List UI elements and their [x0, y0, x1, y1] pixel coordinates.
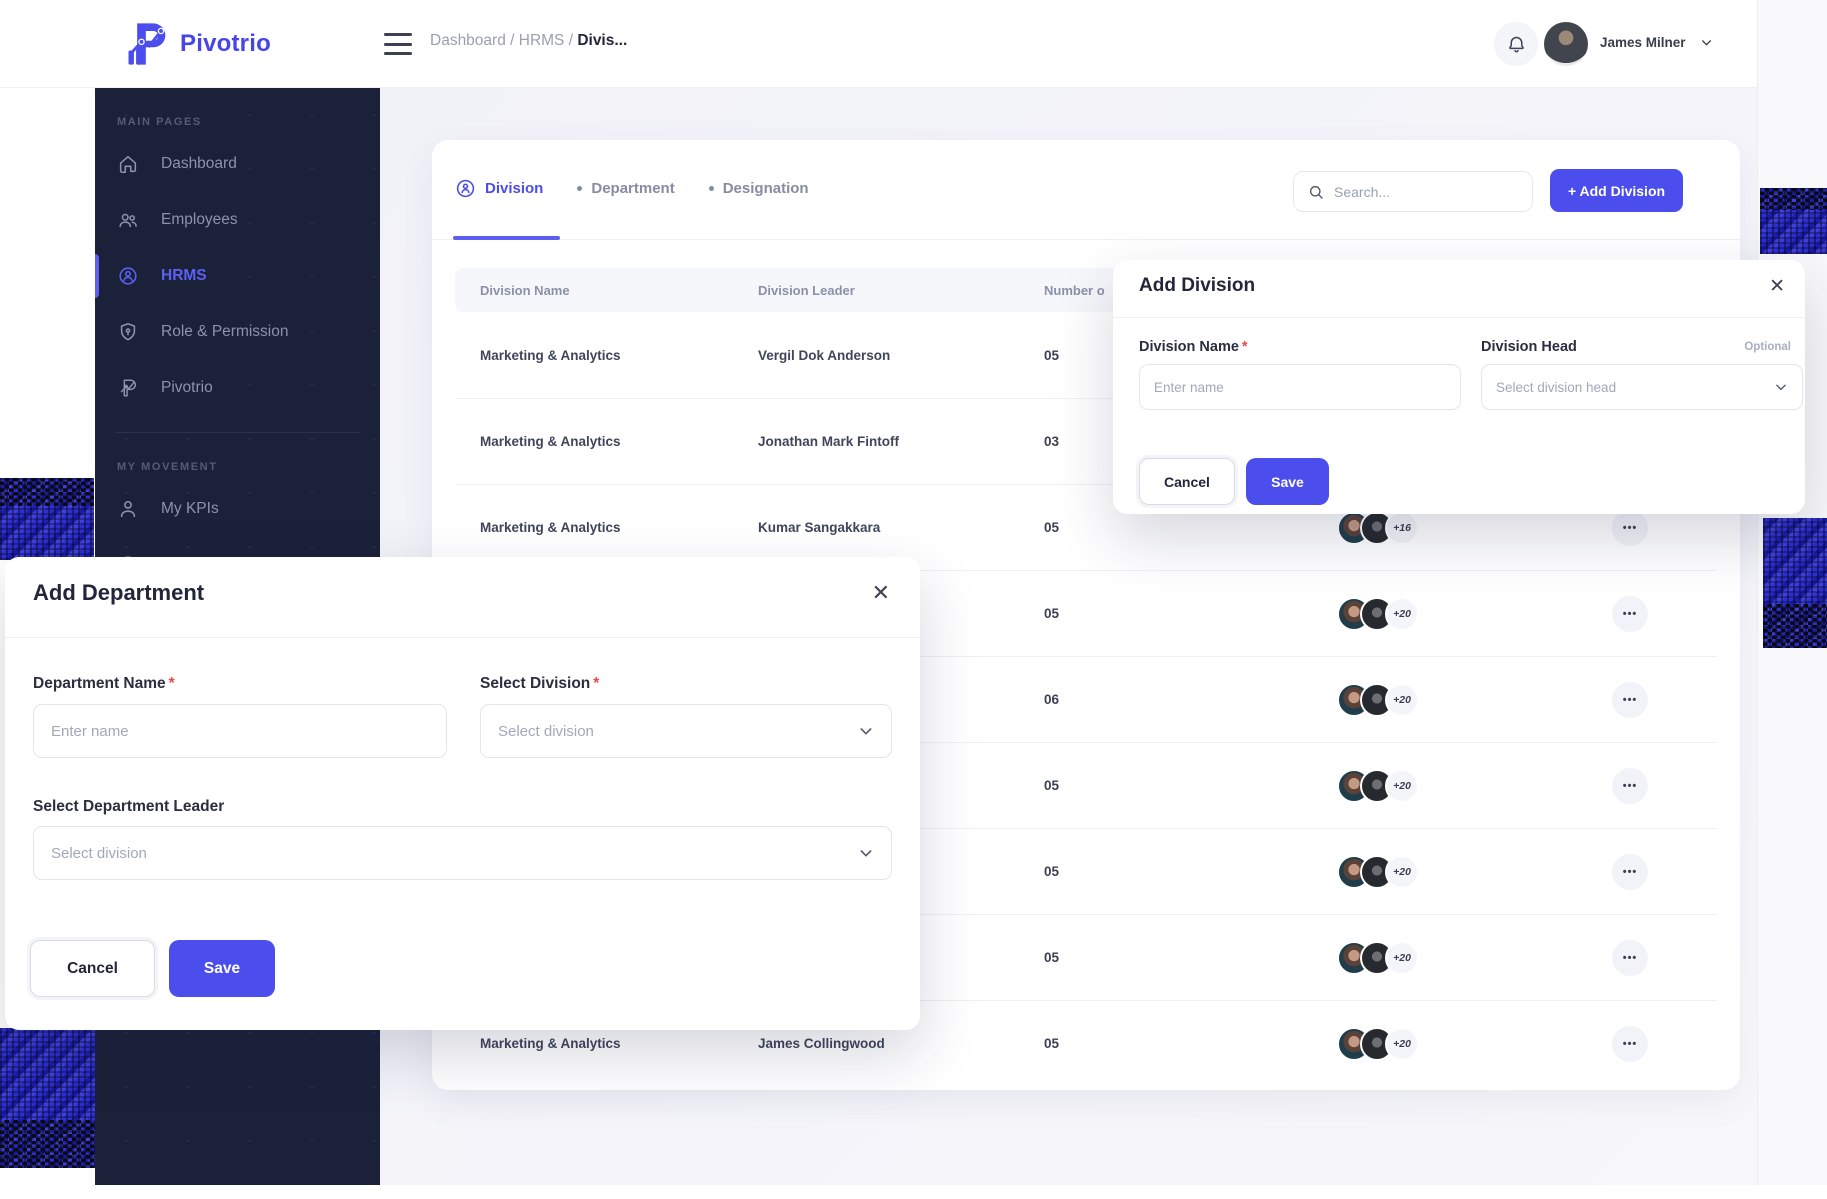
optional-label: Optional — [1744, 341, 1791, 353]
pivotrio-logo-icon — [122, 18, 174, 70]
more-members-badge: +20 — [1385, 597, 1419, 631]
chevron-down-icon — [858, 845, 874, 861]
user-name: James Milner — [1600, 35, 1686, 50]
sidebar-item-employees[interactable]: Employees — [95, 192, 380, 248]
breadcrumb-current: Divis... — [577, 32, 627, 49]
row-actions-button[interactable] — [1612, 1026, 1648, 1062]
member-avatars: +20 — [1337, 1027, 1612, 1061]
user-menu-chevron-icon[interactable] — [1700, 36, 1713, 49]
logo[interactable]: Pivotrio — [122, 18, 271, 70]
modal-divider — [5, 637, 920, 638]
hamburger-menu-icon[interactable] — [384, 33, 412, 55]
hrms-icon — [117, 265, 141, 287]
sidebar-item-hrms[interactable]: HRMS — [95, 248, 380, 304]
row-actions-button[interactable] — [1612, 510, 1648, 546]
column-division-leader: Division Leader — [758, 283, 1044, 298]
glitch-artifact — [1763, 518, 1827, 648]
more-members-badge: +20 — [1385, 769, 1419, 803]
chevron-down-icon — [858, 723, 874, 739]
member-avatars: +20 — [1337, 941, 1612, 975]
topbar: Pivotrio Dashboard / HRMS / Divis... Jam… — [0, 0, 1757, 88]
member-avatars: +20 — [1337, 597, 1612, 631]
modal-title: Add Division — [1139, 275, 1255, 297]
member-avatars: +20 — [1337, 683, 1612, 717]
shield-icon — [117, 321, 141, 343]
row-actions-button[interactable] — [1612, 768, 1648, 804]
member-avatars: +20 — [1337, 769, 1612, 803]
more-members-badge: +20 — [1385, 855, 1419, 889]
more-members-badge: +16 — [1385, 511, 1419, 545]
notification-bell-icon[interactable] — [1494, 22, 1538, 66]
department-leader-label: Select Department Leader — [33, 798, 224, 816]
pivotrio-app: Pivotrio Dashboard / HRMS / Divis... Jam… — [0, 0, 1827, 1199]
tab-department[interactable]: Department — [577, 180, 674, 201]
sidebar-divider — [115, 432, 360, 433]
select-division-dropdown[interactable]: Select division — [480, 704, 892, 758]
save-button[interactable]: Save — [1246, 458, 1329, 505]
modal-divider — [1113, 317, 1805, 318]
glitch-artifact — [0, 1028, 95, 1168]
home-icon — [117, 153, 141, 175]
sidebar-section-my-movement: MY MOVEMENT — [117, 461, 380, 473]
division-head-label: Division Head — [1481, 339, 1577, 355]
close-icon[interactable]: ✕ — [872, 580, 890, 606]
more-members-badge: +20 — [1385, 683, 1419, 717]
required-asterisk: * — [169, 675, 175, 692]
sidebar-item-dashboard[interactable]: Dashboard — [95, 136, 380, 192]
select-division-label: Select Division* — [480, 675, 599, 693]
member-avatars: +16 — [1337, 511, 1612, 545]
modal-title: Add Department — [33, 580, 204, 606]
tab-division[interactable]: Division — [455, 178, 543, 203]
department-leader-dropdown[interactable]: Select division — [33, 826, 892, 880]
tab-designation[interactable]: Designation — [709, 180, 809, 201]
employees-icon — [117, 209, 141, 231]
sidebar-section-main-pages: MAIN PAGES — [117, 116, 380, 128]
add-department-modal: Add Department ✕ Department Name* Select… — [5, 557, 920, 1030]
add-division-button[interactable]: + Add Division — [1550, 169, 1683, 212]
cancel-button[interactable]: Cancel — [30, 940, 155, 997]
user-avatar[interactable] — [1544, 22, 1588, 66]
save-button[interactable]: Save — [169, 940, 275, 997]
row-actions-button[interactable] — [1612, 854, 1648, 890]
add-division-modal: Add Division ✕ Division Name* Division H… — [1113, 260, 1805, 514]
logo-text: Pivotrio — [180, 30, 271, 58]
search-input[interactable] — [1334, 184, 1519, 200]
search-box — [1293, 171, 1533, 212]
required-asterisk: * — [593, 675, 599, 692]
division-head-select[interactable]: Select division head — [1481, 364, 1803, 410]
tabs-row: Division Department Designation + Add — [432, 140, 1740, 240]
row-actions-button[interactable] — [1612, 596, 1648, 632]
tab-bullet-icon — [709, 186, 714, 191]
sidebar-item-my-kpis[interactable]: My KPIs — [95, 481, 380, 537]
more-members-badge: +20 — [1385, 1027, 1419, 1061]
member-avatars: +20 — [1337, 855, 1612, 889]
glitch-artifact — [0, 478, 94, 560]
person-icon — [117, 498, 141, 520]
sidebar-item-pivotrio[interactable]: Pivotrio — [95, 360, 380, 416]
more-members-badge: +20 — [1385, 941, 1419, 975]
breadcrumb: Dashboard / HRMS / Divis... — [430, 32, 627, 50]
chevron-down-icon — [1774, 380, 1788, 394]
division-tab-icon — [455, 178, 476, 199]
department-name-input[interactable] — [33, 704, 447, 758]
division-name-input[interactable] — [1139, 364, 1461, 410]
sidebar-item-role-permission[interactable]: Role & Permission — [95, 304, 380, 360]
cancel-button[interactable]: Cancel — [1139, 458, 1235, 505]
close-icon[interactable]: ✕ — [1769, 275, 1785, 298]
search-icon — [1307, 183, 1325, 201]
tab-bullet-icon — [577, 186, 582, 191]
row-actions-button[interactable] — [1612, 682, 1648, 718]
department-name-label: Department Name* — [33, 675, 175, 693]
glitch-artifact — [1760, 188, 1827, 254]
column-division-name: Division Name — [480, 283, 758, 298]
row-actions-button[interactable] — [1612, 940, 1648, 976]
pivotrio-mini-logo-icon — [117, 377, 141, 399]
breadcrumb-path[interactable]: Dashboard / HRMS / — [430, 32, 577, 49]
required-asterisk: * — [1242, 339, 1248, 355]
division-name-label: Division Name* — [1139, 339, 1248, 355]
